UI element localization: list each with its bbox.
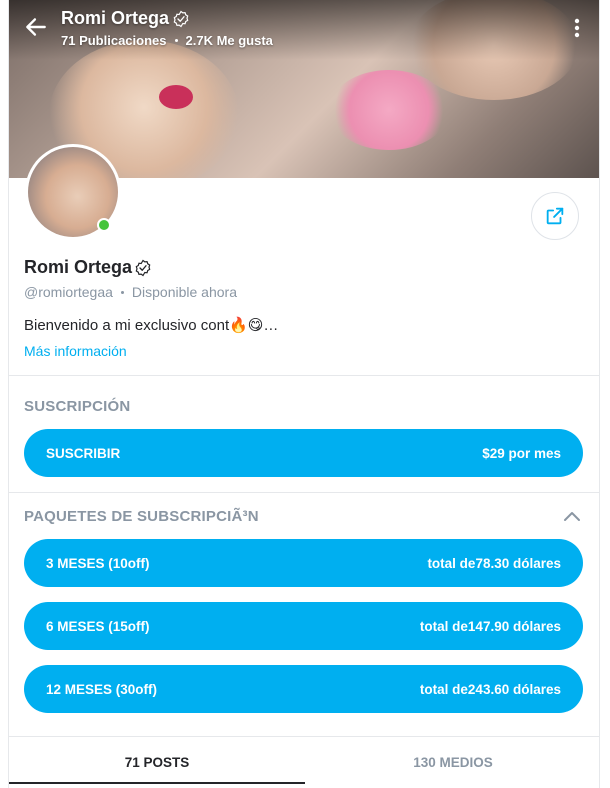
header-title-block: Romi Ortega 71 Publicaciones 2.7K Me gus…	[61, 8, 273, 48]
subscribe-button[interactable]: SUSCRIBIR $29 por mes	[24, 429, 583, 477]
tab-posts[interactable]: 71 POSTS	[9, 737, 305, 788]
bundle-label: 12 MESES (30off)	[46, 681, 158, 697]
verified-badge-icon	[135, 259, 151, 276]
subscribe-price: $29 por mes	[482, 445, 561, 461]
subscription-section-title: SUSCRIPCIÓN	[24, 398, 131, 415]
bundle-button[interactable]: 6 MESES (15off) total de147.90 dólares	[24, 602, 583, 650]
header-name: Romi Ortega	[61, 8, 170, 28]
bundle-label: 6 MESES (15off)	[46, 618, 150, 634]
tab-media[interactable]: 130 MEDIOS	[305, 737, 599, 788]
posts-count: 71 Publicaciones	[61, 33, 167, 48]
top-bar: Romi Ortega 71 Publicaciones 2.7K Me gus…	[9, 0, 599, 56]
bundle-price: total de147.90 dólares	[419, 618, 561, 634]
more-vertical-icon	[574, 18, 580, 38]
bundle-button[interactable]: 12 MESES (30off) total de243.60 dólares	[24, 665, 583, 713]
availability-status: Disponible ahora	[131, 284, 237, 300]
divider	[9, 375, 599, 376]
share-button[interactable]	[531, 192, 579, 240]
likes-count: 2.7K Me gusta	[185, 33, 273, 48]
header-stats: 71 Publicaciones 2.7K Me gusta	[61, 33, 273, 48]
more-options-button[interactable]	[567, 16, 587, 40]
chevron-up-icon	[564, 512, 580, 521]
profile-name-row: Romi Ortega	[24, 257, 152, 278]
bundle-button[interactable]: 3 MESES (10off) total de78.30 dólares	[24, 539, 583, 587]
back-button[interactable]	[23, 14, 49, 40]
handle-row: @romiortegaa Disponible ahora	[24, 284, 237, 300]
bundle-price: total de243.60 dólares	[419, 681, 561, 697]
bundle-label: 3 MESES (10off)	[46, 555, 150, 571]
more-info-link[interactable]: Más información	[24, 343, 127, 359]
divider	[9, 492, 599, 493]
content-tabs: 71 POSTS 130 MEDIOS	[9, 736, 599, 788]
profile-name: Romi Ortega	[24, 257, 133, 277]
subscribe-label: SUSCRIBIR	[46, 445, 121, 461]
bundles-section-title: PAQUETES DE SUBSCRIPCIÃ³N	[24, 508, 259, 525]
collapse-bundles-button[interactable]	[563, 509, 581, 523]
arrow-left-icon	[26, 18, 46, 36]
profile-page: Romi Ortega 71 Publicaciones 2.7K Me gus…	[8, 0, 600, 788]
profile-bio: Bienvenido a mi exclusivo cont🔥😋…	[24, 317, 279, 334]
verified-badge-icon	[173, 10, 189, 27]
online-status-dot	[97, 218, 111, 232]
share-icon	[546, 207, 564, 225]
bundle-price: total de78.30 dólares	[427, 555, 561, 571]
separator-dot	[120, 290, 124, 294]
separator-dot	[174, 39, 178, 42]
profile-handle: @romiortegaa	[24, 284, 113, 300]
